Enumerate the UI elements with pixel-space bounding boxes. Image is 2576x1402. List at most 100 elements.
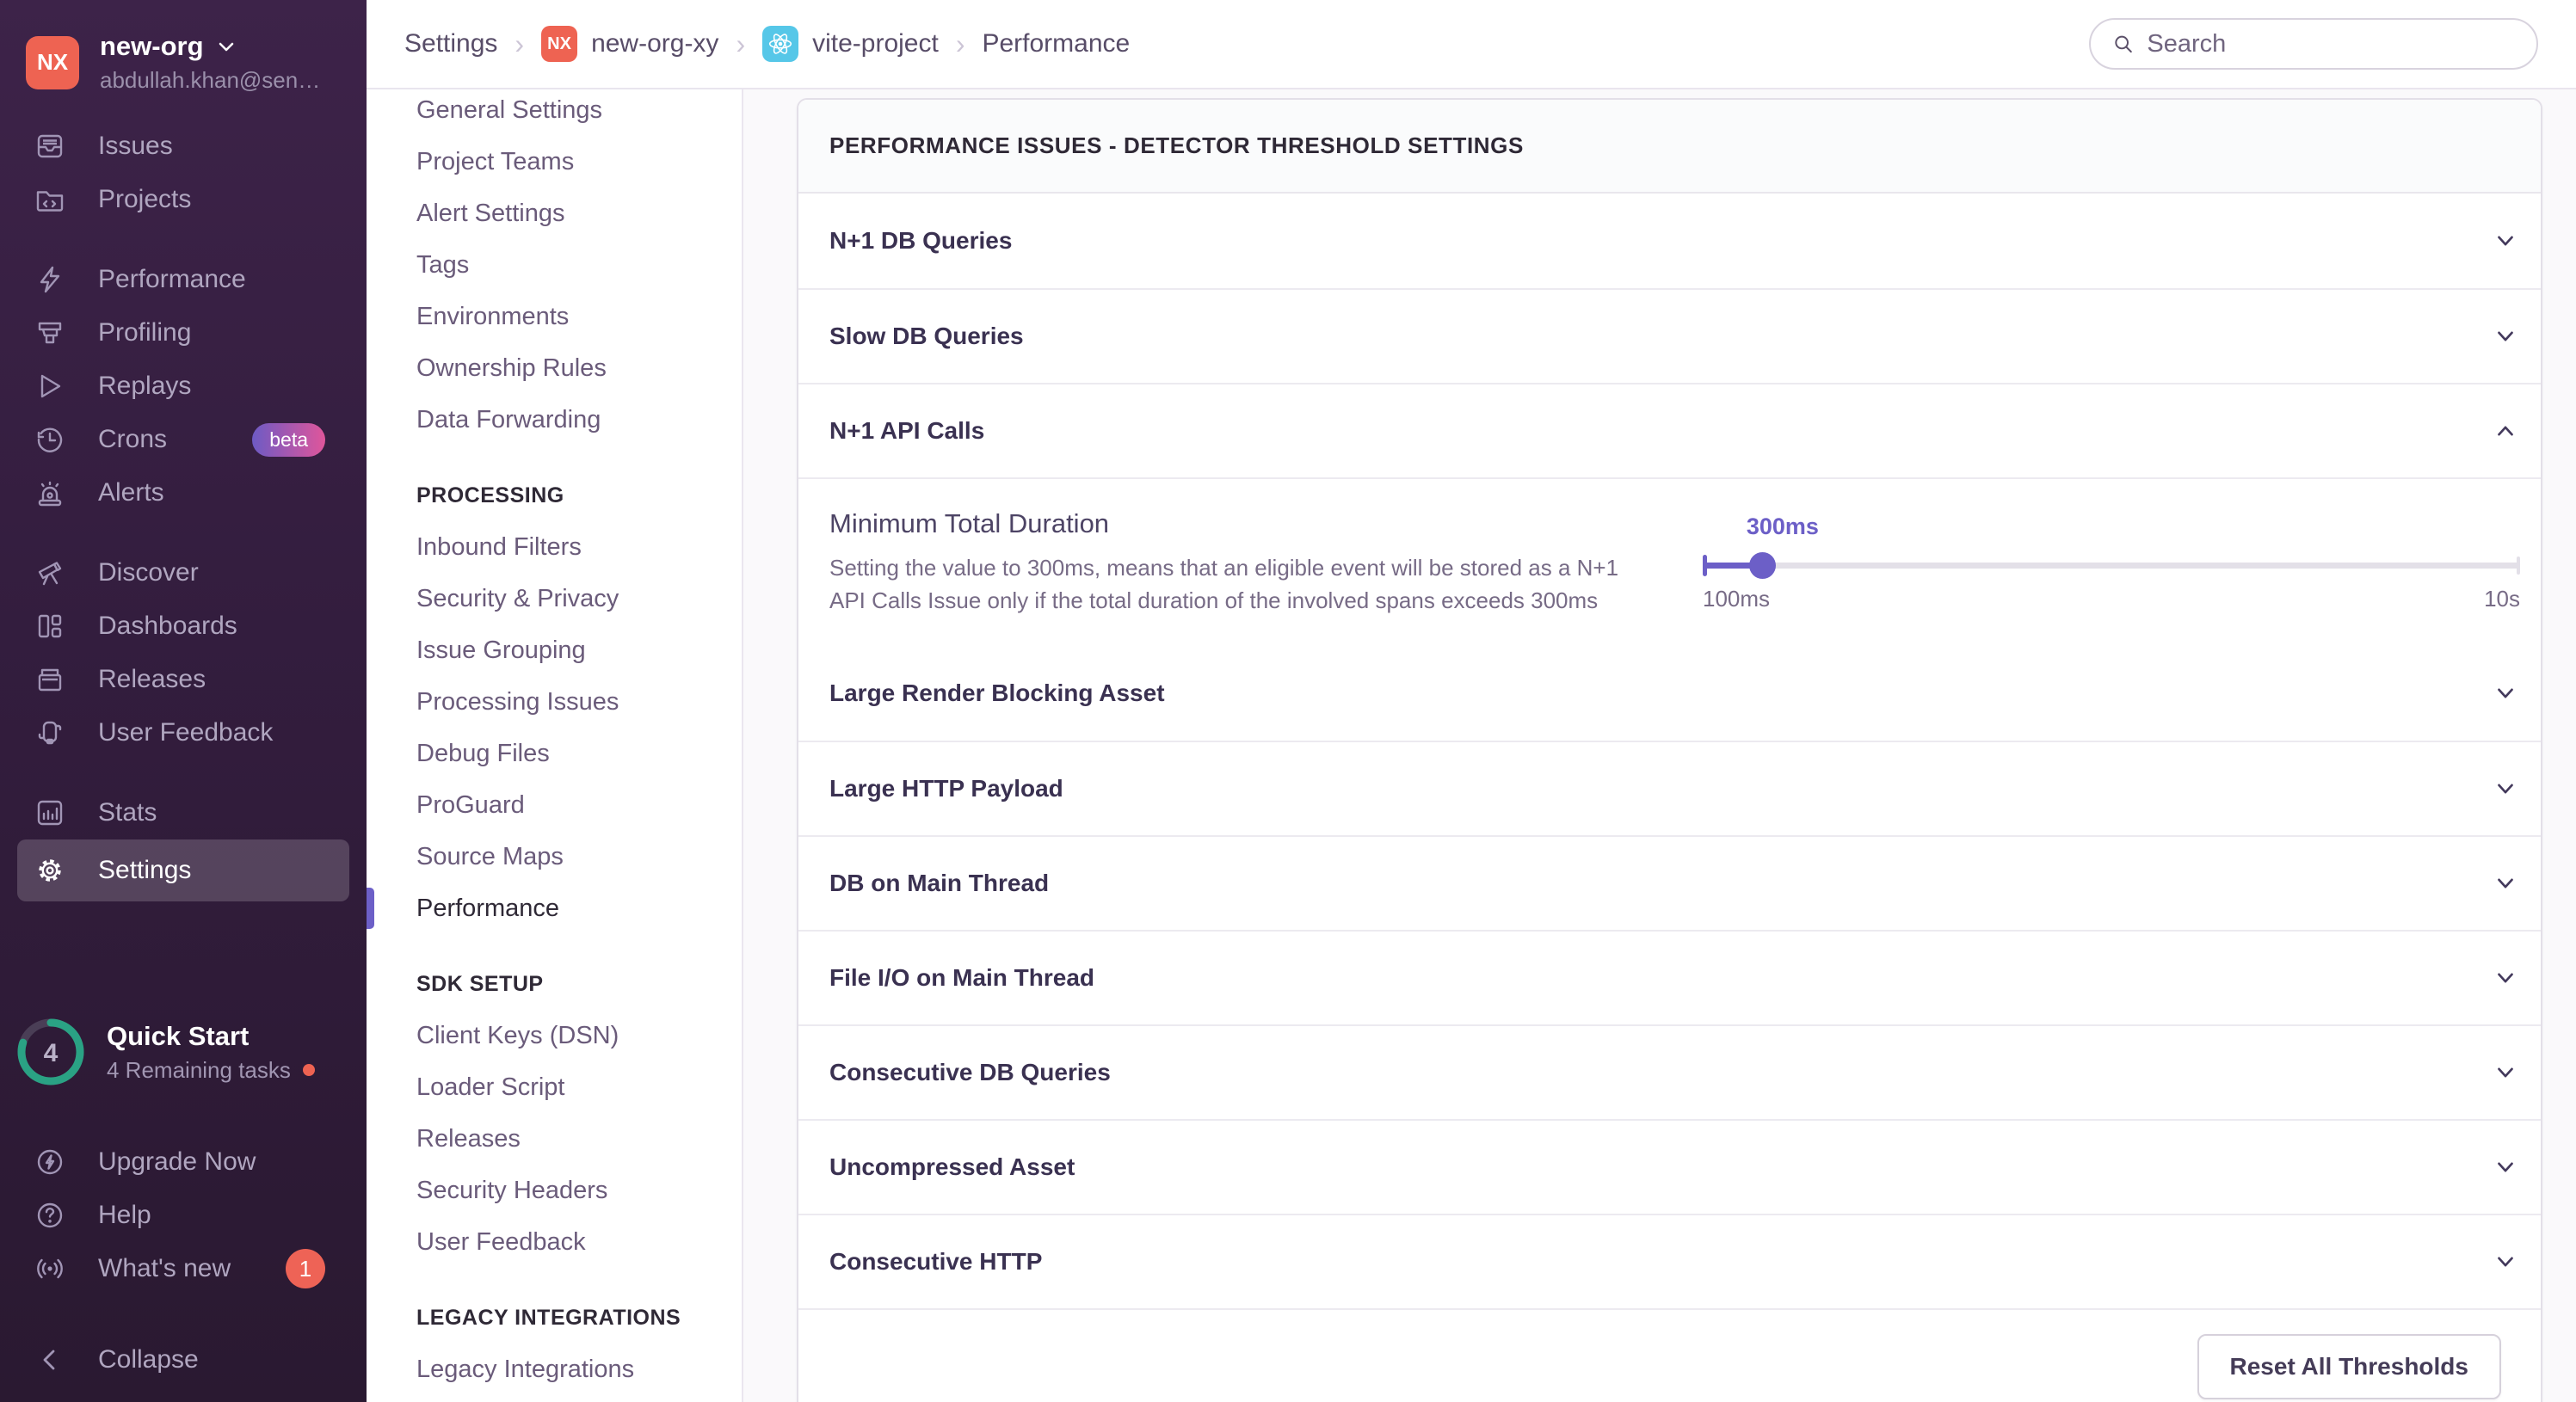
pending-dot <box>302 1064 315 1076</box>
subnav-item-source-maps[interactable]: Source Maps <box>367 831 742 882</box>
subnav-item-security-privacy[interactable]: Security & Privacy <box>367 573 742 624</box>
accordion-row-large-render-blocking-asset[interactable]: Large Render Blocking Asset <box>798 646 2541 741</box>
subnav-item-alert-settings[interactable]: Alert Settings <box>367 188 742 239</box>
sidebar-item-issues[interactable]: Issues <box>0 120 367 173</box>
quick-start-panel[interactable]: 4 Quick Start 4 Remaining tasks <box>0 1017 367 1087</box>
whats-new-badge: 1 <box>286 1249 325 1288</box>
sidebar-item-upgrade-now[interactable]: Upgrade Now <box>0 1135 367 1189</box>
accordion-row-large-http-payload[interactable]: Large HTTP Payload <box>798 741 2541 835</box>
sidebar-item-releases[interactable]: Releases <box>0 653 367 706</box>
sidebar-item-label: Collapse <box>98 1345 199 1374</box>
panel-footer: Reset All Thresholds <box>798 1308 2541 1402</box>
breadcrumb: Settings › NX new-org-xy › vite-project … <box>404 26 1130 62</box>
subnav-item-project-teams[interactable]: Project Teams <box>367 136 742 188</box>
subnav-item-performance[interactable]: Performance <box>367 882 742 934</box>
accordion-row-consecutive-db-queries[interactable]: Consecutive DB Queries <box>798 1024 2541 1119</box>
subnav-item-releases[interactable]: Releases <box>367 1113 742 1165</box>
discover-icon <box>34 557 65 588</box>
main-content: PERFORMANCE ISSUES - DETECTOR THRESHOLD … <box>743 89 2576 1402</box>
subnav-item-debug-files[interactable]: Debug Files <box>367 728 742 779</box>
chevron-up-icon <box>2498 426 2513 436</box>
profiling-icon <box>34 317 65 348</box>
chevron-down-icon <box>2498 688 2513 698</box>
search-input[interactable] <box>2147 29 2516 58</box>
slider-value-label: 300ms <box>1746 513 1819 539</box>
sidebar-item-collapse[interactable]: Collapse <box>0 1333 367 1387</box>
chevron-down-icon <box>2498 1067 2513 1078</box>
sidebar-item-label: Releases <box>98 665 206 693</box>
sidebar-item-profiling[interactable]: Profiling <box>0 306 367 360</box>
search-icon <box>2115 35 2132 53</box>
subnav-item-processing-issues[interactable]: Processing Issues <box>367 676 742 728</box>
org-chip-icon: NX <box>541 26 578 62</box>
subnav-item-security-headers[interactable]: Security Headers <box>367 1165 742 1216</box>
slider-track[interactable] <box>1703 551 2520 579</box>
react-project-icon <box>762 26 799 62</box>
subnav-item-loader-script[interactable]: Loader Script <box>367 1061 742 1113</box>
chevron-down-icon <box>2498 236 2513 246</box>
sidebar-item-label: Profiling <box>98 318 192 347</box>
active-indicator-bar <box>367 888 374 929</box>
breadcrumb-project[interactable]: vite-project <box>762 26 939 62</box>
subnav-item-user-feedback[interactable]: User Feedback <box>367 1216 742 1268</box>
sidebar-item-label: What's new <box>98 1254 231 1282</box>
reset-all-thresholds-button[interactable]: Reset All Thresholds <box>2197 1334 2501 1399</box>
breadcrumb-settings[interactable]: Settings <box>404 29 497 58</box>
subnav-item-inbound-filters[interactable]: Inbound Filters <box>367 521 742 573</box>
sidebar-item-label: Crons <box>98 425 168 453</box>
replays-icon <box>34 371 65 402</box>
sidebar-item-label: Alerts <box>98 478 164 507</box>
subnav-item-proguard[interactable]: ProGuard <box>367 779 742 831</box>
duration-slider: 300ms 100ms 10s <box>1703 513 2520 612</box>
search-box[interactable] <box>2089 18 2538 70</box>
sidebar-item-user-feedback[interactable]: User Feedback <box>0 706 367 759</box>
subnav-header-processing: PROCESSING <box>416 483 564 507</box>
subnav-item-tags[interactable]: Tags <box>367 239 742 291</box>
accordion-row-n1-db-queries[interactable]: N+1 DB Queries <box>798 194 2541 288</box>
sidebar-item-performance[interactable]: Performance <box>0 253 367 306</box>
stats-icon <box>34 797 65 828</box>
sidebar-item-whats-new[interactable]: What's new 1 <box>0 1242 367 1295</box>
sidebar-item-discover[interactable]: Discover <box>0 546 367 600</box>
subnav-item-client-keys[interactable]: Client Keys (DSN) <box>367 1010 742 1061</box>
slider-thumb[interactable] <box>1749 551 1777 579</box>
subnav-item-legacy-integrations[interactable]: Legacy Integrations <box>367 1344 742 1395</box>
sidebar-item-label: Discover <box>98 558 199 587</box>
panel-title: PERFORMANCE ISSUES - DETECTOR THRESHOLD … <box>798 100 2541 194</box>
chevron-down-icon <box>2498 1257 2513 1267</box>
subnav-item-environments[interactable]: Environments <box>367 291 742 342</box>
sidebar-item-settings[interactable]: Settings <box>17 839 349 901</box>
breadcrumb-separator: › <box>736 28 746 59</box>
sidebar-item-crons[interactable]: Crons beta <box>0 413 367 466</box>
subnav-item-issue-grouping[interactable]: Issue Grouping <box>367 624 742 676</box>
org-switcher[interactable]: NX new-org abdullah.khan@sen… <box>0 0 367 120</box>
accordion-row-uncompressed-asset[interactable]: Uncompressed Asset <box>798 1119 2541 1214</box>
accordion-row-db-on-main-thread[interactable]: DB on Main Thread <box>798 835 2541 930</box>
subnav-item-general-settings[interactable]: General Settings <box>367 89 742 136</box>
sidebar-item-stats[interactable]: Stats <box>0 786 367 839</box>
sidebar-item-replays[interactable]: Replays <box>0 360 367 413</box>
sidebar-item-alerts[interactable]: Alerts <box>0 466 367 520</box>
subnav-item-ownership-rules[interactable]: Ownership Rules <box>367 342 742 394</box>
breadcrumb-organization[interactable]: NX new-org-xy <box>541 26 718 62</box>
sidebar-item-projects[interactable]: Projects <box>0 173 367 226</box>
sidebar-item-help[interactable]: Help <box>0 1189 367 1242</box>
crons-icon <box>34 424 65 455</box>
org-user-email: abdullah.khan@sen… <box>100 67 321 93</box>
accordion-row-consecutive-http[interactable]: Consecutive HTTP <box>798 1214 2541 1308</box>
accordion-row-file-io-on-main-thread[interactable]: File I/O on Main Thread <box>798 930 2541 1024</box>
alerts-icon <box>34 477 65 508</box>
projects-icon <box>34 184 65 215</box>
sidebar-item-dashboards[interactable]: Dashboards <box>0 600 367 653</box>
broadcast-icon <box>34 1253 65 1284</box>
chevron-down-icon <box>2498 1162 2513 1172</box>
threshold-setting-label: Minimum Total Duration <box>829 508 1110 538</box>
sidebar-item-label: Performance <box>98 265 246 293</box>
topbar: Settings › NX new-org-xy › vite-project … <box>367 0 2576 89</box>
accordion-row-n1-api-calls[interactable]: N+1 API Calls <box>798 383 2541 477</box>
sidebar-item-label: Issues <box>98 132 173 160</box>
subnav-item-data-forwarding[interactable]: Data Forwarding <box>367 394 742 446</box>
accordion-row-slow-db-queries[interactable]: Slow DB Queries <box>798 288 2541 383</box>
breadcrumb-performance[interactable]: Performance <box>982 29 1130 58</box>
chevron-down-icon <box>2498 331 2513 341</box>
